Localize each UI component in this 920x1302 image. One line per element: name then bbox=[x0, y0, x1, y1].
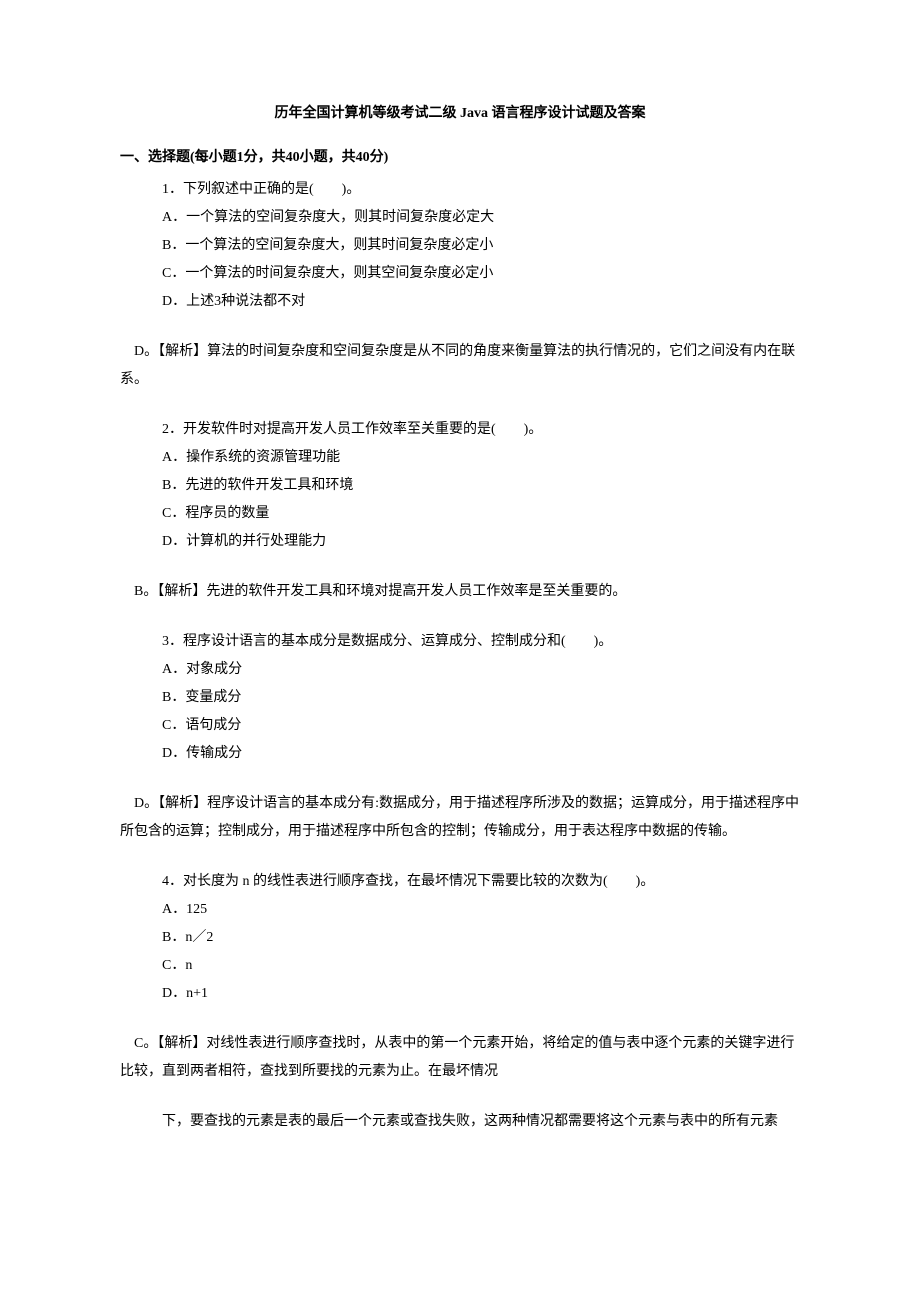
q4-option-c: C．n bbox=[120, 952, 800, 980]
q2-option-b: B．先进的软件开发工具和环境 bbox=[120, 472, 800, 500]
q2-explain: B。【解析】先进的软件开发工具和环境对提高开发人员工作效率是至关重要的。 bbox=[120, 578, 800, 606]
q4-option-a: A．125 bbox=[120, 896, 800, 924]
question-1: 1．下列叙述中正确的是( )。 A．一个算法的空间复杂度大，则其时间复杂度必定大… bbox=[120, 176, 800, 316]
q1-explain: D。【解析】算法的时间复杂度和空间复杂度是从不同的角度来衡量算法的执行情况的，它… bbox=[120, 338, 800, 394]
q4-explain: C。【解析】对线性表进行顺序查找时，从表中的第一个元素开始，将给定的值与表中逐个… bbox=[120, 1030, 800, 1086]
question-3: 3．程序设计语言的基本成分是数据成分、运算成分、控制成分和( )。 A．对象成分… bbox=[120, 628, 800, 768]
page-title: 历年全国计算机等级考试二级 Java 语言程序设计试题及答案 bbox=[120, 100, 800, 128]
q3-stem: 3．程序设计语言的基本成分是数据成分、运算成分、控制成分和( )。 bbox=[120, 628, 800, 656]
question-2: 2．开发软件时对提高开发人员工作效率至关重要的是( )。 A．操作系统的资源管理… bbox=[120, 416, 800, 556]
q3-option-d: D．传输成分 bbox=[120, 740, 800, 768]
q3-option-c: C．语句成分 bbox=[120, 712, 800, 740]
q1-option-a: A．一个算法的空间复杂度大，则其时间复杂度必定大 bbox=[120, 204, 800, 232]
q3-option-b: B．变量成分 bbox=[120, 684, 800, 712]
q4-stem: 4．对长度为 n 的线性表进行顺序查找，在最坏情况下需要比较的次数为( )。 bbox=[120, 868, 800, 896]
q1-option-c: C．一个算法的时间复杂度大，则其空间复杂度必定小 bbox=[120, 260, 800, 288]
question-4: 4．对长度为 n 的线性表进行顺序查找，在最坏情况下需要比较的次数为( )。 A… bbox=[120, 868, 800, 1008]
q2-stem: 2．开发软件时对提高开发人员工作效率至关重要的是( )。 bbox=[120, 416, 800, 444]
q4-explain-cont: 下，要查找的元素是表的最后一个元素或查找失败，这两种情况都需要将这个元素与表中的… bbox=[120, 1108, 800, 1136]
q4-option-b: B．n／2 bbox=[120, 924, 800, 952]
q1-option-b: B．一个算法的空间复杂度大，则其时间复杂度必定小 bbox=[120, 232, 800, 260]
q2-option-d: D．计算机的并行处理能力 bbox=[120, 528, 800, 556]
q3-explain: D。【解析】程序设计语言的基本成分有:数据成分，用于描述程序所涉及的数据；运算成… bbox=[120, 790, 800, 846]
q1-option-d: D．上述3种说法都不对 bbox=[120, 288, 800, 316]
q2-option-c: C．程序员的数量 bbox=[120, 500, 800, 528]
q1-stem: 1．下列叙述中正确的是( )。 bbox=[120, 176, 800, 204]
section-header: 一、选择题(每小题1分，共40小题，共40分) bbox=[120, 144, 800, 172]
q2-option-a: A．操作系统的资源管理功能 bbox=[120, 444, 800, 472]
q4-option-d: D．n+1 bbox=[120, 980, 800, 1008]
q3-option-a: A．对象成分 bbox=[120, 656, 800, 684]
